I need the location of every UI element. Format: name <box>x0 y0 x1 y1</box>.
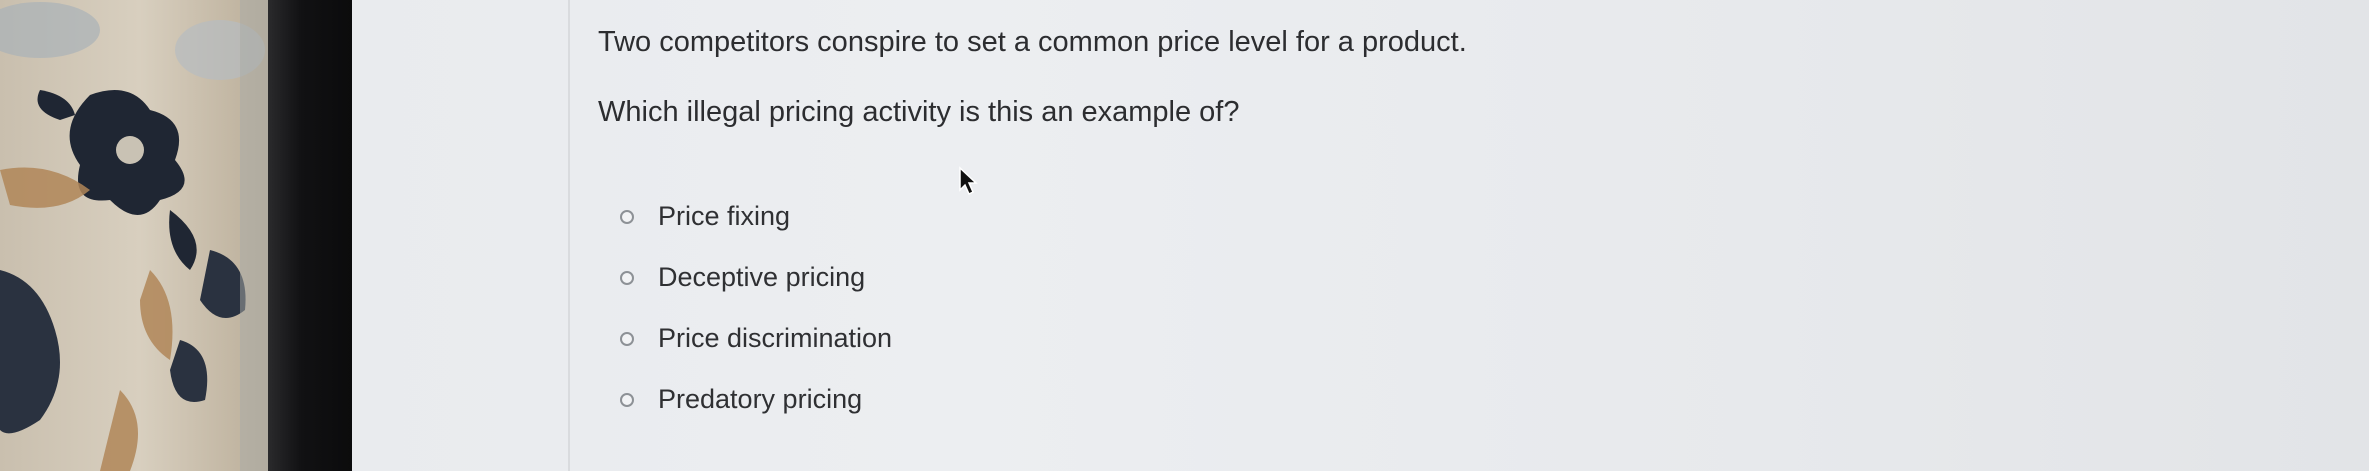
answer-options: Price fixing Deceptive pricing Price dis… <box>620 186 1120 430</box>
option-label: Deceptive pricing <box>658 262 866 292</box>
option-price-fixing[interactable]: Price fixing <box>620 186 1120 247</box>
option-label: Price fixing <box>658 201 791 231</box>
radio-unchecked-icon[interactable] <box>620 331 634 346</box>
panel-divider <box>568 0 570 471</box>
question-prompt: Which illegal pricing activity is this a… <box>598 96 1240 128</box>
option-predatory-pricing[interactable]: Predatory pricing <box>620 369 1120 430</box>
question-text: Two competitors conspire to set a common… <box>598 26 1467 58</box>
option-label: Price discrimination <box>658 323 893 353</box>
floral-pattern-icon <box>0 0 280 471</box>
monitor-bezel <box>268 0 352 471</box>
option-label: Predatory pricing <box>658 384 863 414</box>
radio-unchecked-icon[interactable] <box>620 270 634 285</box>
option-deceptive-pricing[interactable]: Deceptive pricing <box>620 247 1120 308</box>
radio-unchecked-icon[interactable] <box>620 392 634 407</box>
mouse-pointer-icon <box>959 166 978 196</box>
radio-unchecked-icon[interactable] <box>620 209 634 224</box>
option-price-discrimination[interactable]: Price discrimination <box>620 308 1120 369</box>
background-fabric-photo <box>0 0 280 471</box>
